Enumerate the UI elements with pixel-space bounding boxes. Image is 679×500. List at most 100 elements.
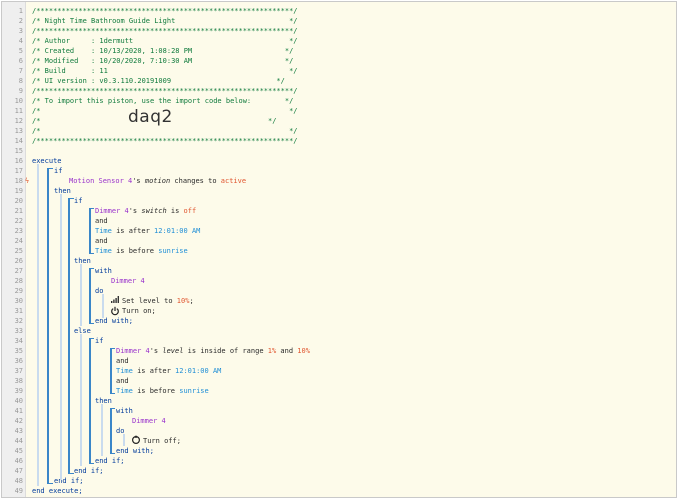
end-with-keyword[interactable]: end with;	[95, 316, 133, 326]
and-operator[interactable]: and	[95, 236, 108, 246]
if-keyword[interactable]: if	[95, 336, 103, 346]
and-operator[interactable]: and	[95, 216, 108, 226]
end-if-keyword[interactable]: end if;	[74, 466, 104, 476]
rail-cap	[89, 463, 94, 464]
line-number: 28	[14, 277, 23, 285]
line-number: 30	[14, 297, 23, 305]
end-with-keyword[interactable]: end with;	[116, 446, 154, 456]
do-rail	[102, 294, 104, 318]
line-number: 38	[14, 377, 23, 385]
comment-created: /* Created : 10/13/2020, 1:08:28 PM */	[32, 47, 294, 55]
line-number: 46	[14, 457, 23, 465]
power-off-icon	[131, 435, 141, 445]
if-keyword[interactable]: if	[74, 196, 82, 206]
with-device[interactable]: Dimmer 4	[132, 416, 166, 426]
condition-time-before[interactable]: Time is before sunrise	[95, 246, 188, 256]
else-keyword[interactable]: else	[74, 326, 91, 336]
line-number: 12	[14, 117, 23, 125]
comment-border: /***************************************…	[32, 137, 298, 145]
line-number: 33	[14, 327, 23, 335]
line-number: 13	[14, 127, 23, 135]
line-number: 18	[14, 177, 23, 185]
and-operator[interactable]: and	[116, 356, 129, 366]
value: active	[220, 177, 247, 185]
attribute-name: motion	[144, 177, 171, 185]
action-turn-on[interactable]: Turn on;	[122, 306, 156, 316]
comment-border: /***************************************…	[32, 87, 298, 95]
condition-time-after[interactable]: Time is after 12:01:00 AM	[116, 366, 221, 376]
end-execute-keyword[interactable]: end execute;	[32, 486, 83, 496]
line-number: 11	[14, 107, 23, 115]
line-number: 45	[14, 447, 23, 455]
trigger-marker-icon: ϟ	[24, 177, 30, 185]
if-rail	[68, 198, 70, 474]
line-number: 31	[14, 307, 23, 315]
then-keyword[interactable]: then	[74, 256, 91, 266]
line-number: 43	[14, 427, 23, 435]
line-number: 19	[14, 187, 23, 195]
line-number: 37	[14, 367, 23, 375]
rail-cap	[89, 338, 94, 339]
condition-switch[interactable]: Dimmer 4's switch is off	[95, 206, 196, 216]
comment-blank: /* */	[32, 127, 298, 135]
else-rail	[80, 334, 82, 466]
line-number: 42	[14, 417, 23, 425]
with-rail	[89, 268, 91, 324]
condition-time-before[interactable]: Time is before sunrise	[116, 386, 209, 396]
then-rail	[101, 404, 103, 456]
end-if-keyword[interactable]: end if;	[54, 476, 84, 486]
rail-cap	[68, 198, 74, 199]
then-rail	[60, 194, 62, 480]
with-device[interactable]: Dimmer 4	[111, 276, 145, 286]
line-number: 36	[14, 357, 23, 365]
comment-border: /***************************************…	[32, 27, 298, 35]
device-name: Motion Sensor 4	[69, 177, 133, 185]
line-number: 16	[14, 157, 23, 165]
with-keyword[interactable]: with	[95, 266, 112, 276]
then-keyword[interactable]: then	[54, 186, 71, 196]
line-number: 17	[14, 167, 23, 175]
line-number: 48	[14, 477, 23, 485]
line-number: 49	[14, 487, 23, 495]
trigger-condition[interactable]: Motion Sensor 4's motion changes to acti…	[69, 176, 246, 186]
do-rail	[123, 434, 125, 446]
with-keyword[interactable]: with	[116, 406, 133, 416]
line-number: 21	[14, 207, 23, 215]
line-number: 24	[14, 237, 23, 245]
comment-ui-version: /* UI version : v0.3.110.20191009 */	[32, 77, 285, 85]
with-rail	[110, 408, 112, 454]
rail-cap	[89, 323, 94, 324]
action-turn-off[interactable]: Turn off;	[143, 436, 181, 446]
line-number: 27	[14, 267, 23, 275]
condition-level-range[interactable]: Dimmer 4's level is inside of range 1% a…	[116, 346, 310, 356]
then-keyword[interactable]: then	[95, 396, 112, 406]
comment-suffix: */	[268, 117, 277, 125]
condition-rail	[110, 348, 112, 394]
comment-author: /* Author : 1dermutt */	[32, 37, 298, 45]
line-number: 9	[18, 87, 23, 95]
rail-cap	[89, 208, 94, 209]
line-number: 47	[14, 467, 23, 475]
comment-title: /* Night Time Bathroom Guide Light */	[32, 17, 298, 25]
and-operator[interactable]: and	[116, 376, 129, 386]
then-rail	[80, 264, 82, 326]
import-code: daq2	[128, 107, 173, 127]
rail-cap	[110, 348, 115, 349]
if-rail	[89, 338, 91, 464]
rail-cap	[110, 393, 115, 394]
comment-modified: /* Modified : 10/20/2020, 7:10:30 AM */	[32, 57, 294, 65]
piston-code-view: 1 /*************************************…	[1, 1, 677, 498]
line-number: 8	[18, 77, 23, 85]
line-number: 3	[18, 27, 23, 35]
line-number: 4	[18, 37, 23, 45]
line-number: 29	[14, 287, 23, 295]
condition-time-after[interactable]: Time is after 12:01:00 AM	[95, 226, 200, 236]
signal-bars-icon	[111, 296, 119, 303]
line-number: 10	[14, 97, 23, 105]
line-number: 35	[14, 347, 23, 355]
if-keyword[interactable]: if	[54, 166, 62, 176]
line-number: 32	[14, 317, 23, 325]
line-number: 14	[14, 137, 23, 145]
action-set-level[interactable]: Set level to 10%;	[122, 296, 194, 306]
end-if-keyword[interactable]: end if;	[95, 456, 125, 466]
